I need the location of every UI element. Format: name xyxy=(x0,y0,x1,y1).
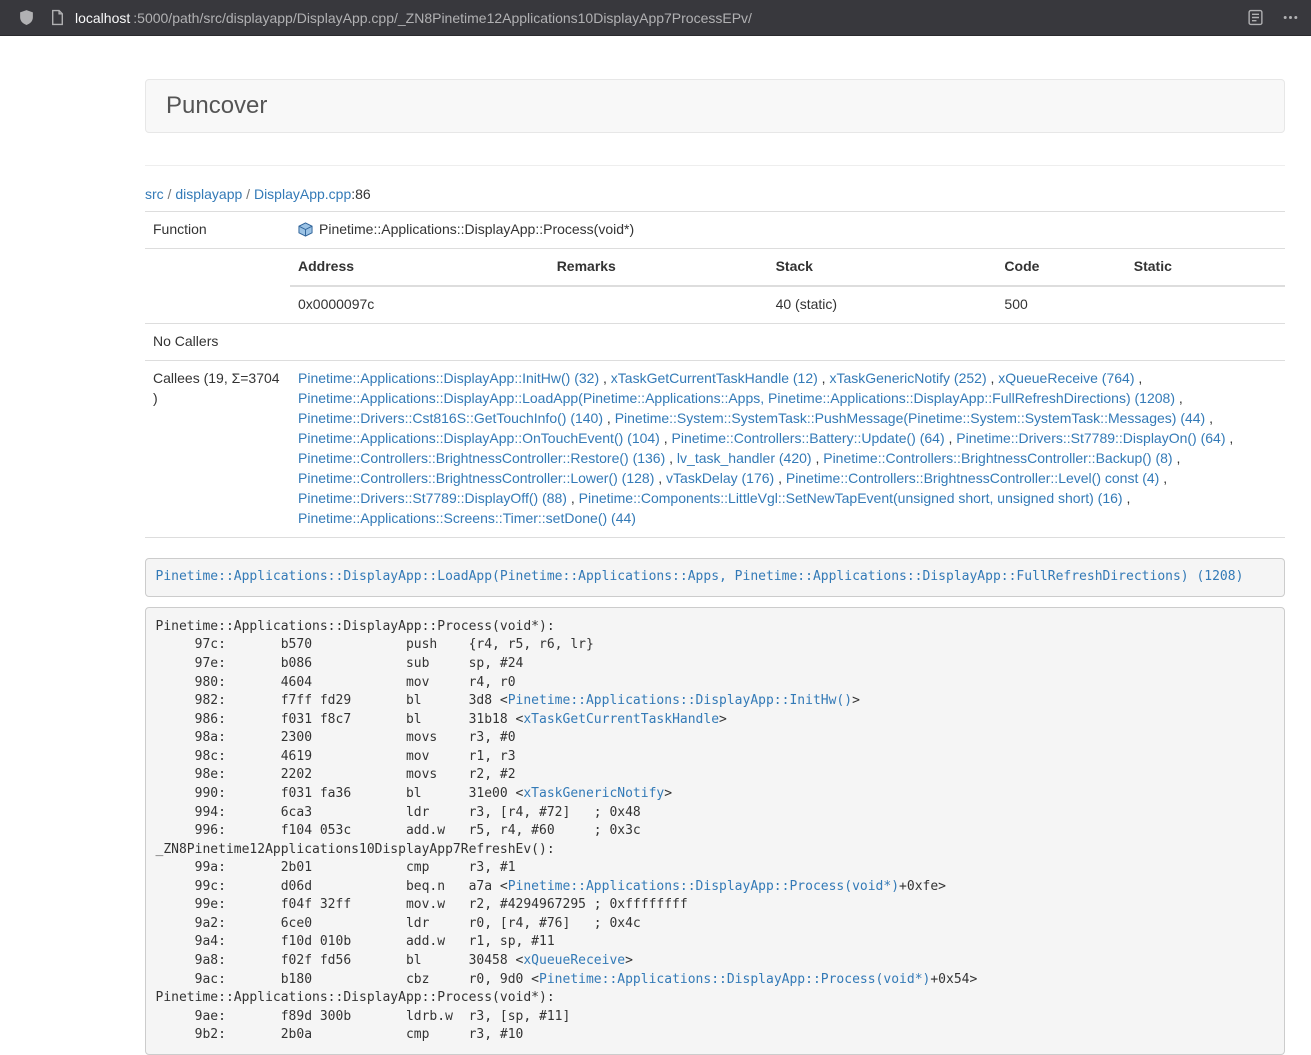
symbol-link[interactable]: Pinetime::Applications::DisplayApp::Proc… xyxy=(508,879,899,894)
callee-link[interactable]: Pinetime::Components::LittleVgl::SetNewT… xyxy=(579,490,1123,506)
shield-icon[interactable] xyxy=(18,9,35,26)
code-value: 500 xyxy=(996,286,1125,323)
browser-toolbar: localhost:5000/path/src/displayapp/Displ… xyxy=(0,0,1311,36)
callee-link[interactable]: xTaskGenericNotify (252) xyxy=(829,370,986,386)
callee-link[interactable]: Pinetime::Controllers::BrightnessControl… xyxy=(298,470,654,486)
symbol-link[interactable]: xTaskGetCurrentTaskHandle xyxy=(523,712,719,727)
divider xyxy=(145,165,1285,166)
callee-link[interactable]: xQueueReceive (764) xyxy=(998,370,1134,386)
address-value: 0x0000097c xyxy=(290,286,549,323)
symbol-link[interactable]: Pinetime::Applications::DisplayApp::Init… xyxy=(508,693,852,708)
breadcrumb-link[interactable]: src xyxy=(145,186,164,202)
callee-link[interactable]: Pinetime::Controllers::BrightnessControl… xyxy=(823,450,1172,466)
col-address: Address xyxy=(290,257,549,286)
stats-value-row: 0x0000097c 40 (static) 500 xyxy=(290,286,1285,323)
breadcrumb-link[interactable]: DisplayApp.cpp xyxy=(254,186,351,202)
callee-link[interactable]: xTaskGetCurrentTaskHandle (12) xyxy=(611,370,818,386)
page-icon xyxy=(49,9,66,26)
callee-link[interactable]: lv_task_handler (420) xyxy=(677,450,812,466)
callee-link[interactable]: Pinetime::Drivers::St7789::DisplayOn() (… xyxy=(956,430,1225,446)
callee-link[interactable]: Pinetime::Controllers::Battery::Update()… xyxy=(672,430,945,446)
callee-link[interactable]: Pinetime::Controllers::BrightnessControl… xyxy=(298,450,665,466)
function-type-icon xyxy=(298,222,313,237)
col-remarks: Remarks xyxy=(549,257,768,286)
url-host: localhost xyxy=(75,10,130,26)
function-row-label: Function xyxy=(145,212,290,249)
symbol-link[interactable]: xQueueReceive xyxy=(523,953,625,968)
function-name: Pinetime::Applications::DisplayApp::Proc… xyxy=(319,220,634,240)
url-bar[interactable]: localhost:5000/path/src/displayapp/Displ… xyxy=(49,9,1235,26)
function-stats-table: Address Remarks Stack Code Static 0x0000… xyxy=(290,257,1285,323)
stack-value: 40 (static) xyxy=(768,286,997,323)
callees-list: Pinetime::Applications::DisplayApp::Init… xyxy=(290,360,1285,537)
callees-label: Callees (19, Σ=3704 ) xyxy=(145,360,290,537)
url-path: :5000/path/src/displayapp/DisplayApp.cpp… xyxy=(133,10,752,26)
toolbar-actions xyxy=(1247,9,1299,26)
reader-view-icon[interactable] xyxy=(1247,9,1264,26)
col-code: Code xyxy=(996,257,1125,286)
remarks-value xyxy=(549,286,768,323)
page-title: Puncover xyxy=(166,92,267,119)
col-static: Static xyxy=(1126,257,1285,286)
table-row: No Callers xyxy=(145,323,1285,360)
no-callers-label: No Callers xyxy=(145,323,290,360)
callee-link[interactable]: Pinetime::Applications::DisplayApp::OnTo… xyxy=(298,430,660,446)
callee-link[interactable]: Pinetime::Drivers::Cst816S::GetTouchInfo… xyxy=(298,410,603,426)
menu-icon[interactable] xyxy=(1282,9,1299,26)
function-table: Function Pinetime::Applications::Display… xyxy=(145,211,1285,538)
symbol-link[interactable]: Pinetime::Applications::DisplayApp::Proc… xyxy=(539,972,930,987)
app-header: Puncover xyxy=(145,79,1285,133)
table-row: Callees (19, Σ=3704 ) Pinetime::Applicat… xyxy=(145,360,1285,537)
callee-link[interactable]: Pinetime::System::SystemTask::PushMessag… xyxy=(615,410,1206,426)
breadcrumb-line-number: :86 xyxy=(351,186,370,202)
static-value xyxy=(1126,286,1285,323)
breadcrumb-link[interactable]: displayapp xyxy=(175,186,242,202)
callee-link[interactable]: Pinetime::Applications::Screens::Timer::… xyxy=(298,510,636,526)
disassembly-block: Pinetime::Applications::DisplayApp::Proc… xyxy=(145,607,1285,1055)
snippet-function-link[interactable]: Pinetime::Applications::DisplayApp::Load… xyxy=(156,569,1244,584)
page-content: Puncover src / displayapp / DisplayApp.c… xyxy=(145,79,1285,1055)
callee-link[interactable]: Pinetime::Drivers::St7789::DisplayOff() … xyxy=(298,490,567,506)
col-stack: Stack xyxy=(768,257,997,286)
table-row: Function Pinetime::Applications::Display… xyxy=(145,212,1285,249)
breadcrumb: src / displayapp / DisplayApp.cpp:86 xyxy=(145,186,1285,202)
callee-link[interactable]: Pinetime::Applications::DisplayApp::Init… xyxy=(298,370,599,386)
table-row: Address Remarks Stack Code Static 0x0000… xyxy=(145,248,1285,323)
callee-link[interactable]: Pinetime::Controllers::BrightnessControl… xyxy=(786,470,1159,486)
symbol-link[interactable]: xTaskGenericNotify xyxy=(523,786,664,801)
stats-header-row: Address Remarks Stack Code Static xyxy=(290,257,1285,286)
snippet-box: Pinetime::Applications::DisplayApp::Load… xyxy=(145,558,1285,598)
callee-link[interactable]: vTaskDelay (176) xyxy=(666,470,774,486)
callee-link[interactable]: Pinetime::Applications::DisplayApp::Load… xyxy=(298,390,1175,406)
